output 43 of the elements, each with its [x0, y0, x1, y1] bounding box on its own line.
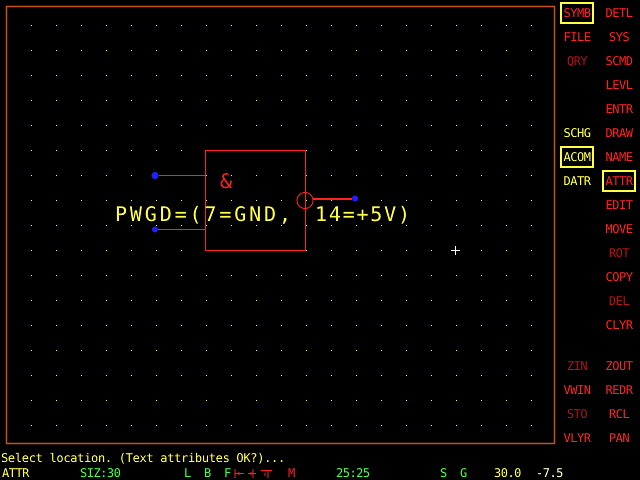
menu-item[interactable]: VWIN	[560, 380, 594, 400]
attribute-text: 14=+5V)	[315, 202, 410, 226]
menu-item[interactable]: NAME	[602, 147, 636, 167]
status-text: 30.0	[494, 466, 521, 480]
menu-item[interactable]: MOVE	[602, 219, 636, 239]
input-pin	[152, 172, 206, 179]
menu-item[interactable]: RCL	[606, 404, 632, 424]
menu-item[interactable]: SCHG	[560, 123, 594, 143]
status-text: F	[224, 466, 231, 480]
gate-symbol: &	[220, 169, 232, 193]
menu-item[interactable]: ZOUT	[602, 356, 636, 376]
status-text: B	[204, 466, 211, 480]
menu-item[interactable]: SYMB	[560, 2, 594, 24]
status-text: G	[460, 466, 467, 480]
menu-item[interactable]: VLYR	[560, 428, 594, 448]
menu-item[interactable]: REDR	[602, 380, 636, 400]
inversion-bubble	[296, 192, 314, 209]
menu-item[interactable]: COPY	[602, 267, 636, 287]
status-text: -7.5	[536, 466, 563, 480]
menu-item[interactable]: ENTR	[602, 99, 636, 119]
input-pin	[152, 226, 206, 232]
menu-item[interactable]: SYS	[606, 27, 632, 47]
status-text: L	[184, 466, 191, 480]
menu-item[interactable]: CLYR	[602, 315, 636, 335]
status-text: ATTR	[2, 466, 29, 480]
output-pin	[313, 196, 358, 202]
status-text: S	[440, 466, 447, 480]
menu-item[interactable]: EDIT	[602, 195, 636, 215]
menu-item[interactable]: SCMD	[602, 51, 636, 71]
menu-item[interactable]: ATTR	[602, 170, 636, 192]
end-marks-icon	[234, 467, 274, 479]
menu-item[interactable]: PAN	[606, 428, 632, 448]
crosshair-cursor	[450, 246, 460, 256]
status-text: M	[288, 466, 295, 480]
status-text: SIZ:30	[80, 466, 120, 480]
menu-item[interactable]: FILE	[560, 27, 594, 47]
menu-item[interactable]: LEVL	[602, 75, 636, 95]
prompt-message: Select location. (Text attributes OK?)...	[0, 450, 286, 466]
menu-item[interactable]: DRAW	[602, 123, 636, 143]
status-text: 25:25	[336, 466, 370, 480]
menu-item[interactable]: ACOM	[560, 146, 594, 168]
menu-item[interactable]: DATR	[560, 171, 594, 191]
menu-item[interactable]: DETL	[602, 3, 636, 23]
